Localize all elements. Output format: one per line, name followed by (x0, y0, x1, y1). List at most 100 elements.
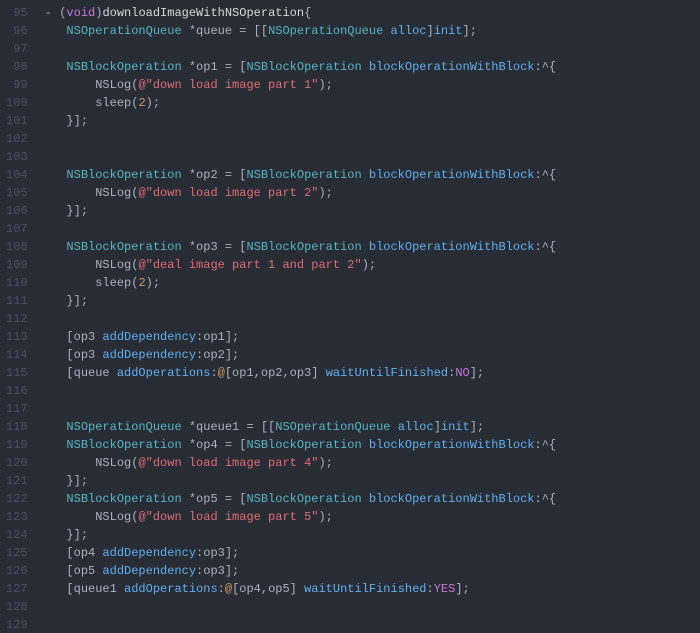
token: alloc (390, 24, 426, 38)
line-number: 103 (6, 148, 28, 166)
token: :^{ (535, 438, 557, 452)
token: blockOperationWithBlock (369, 240, 535, 254)
token: waitUntilFinished (326, 366, 448, 380)
code-line: NSLog(@"down load image part 2"); (38, 184, 700, 202)
line-number: 106 (6, 202, 28, 220)
code-line (38, 40, 700, 58)
code-line: [queue1 addOperations:@[op4,op5] waitUnt… (38, 580, 700, 598)
token: NSLog( (38, 78, 139, 92)
line-number: 128 (6, 598, 28, 616)
line-number: 116 (6, 382, 28, 400)
token: NSLog( (38, 186, 139, 200)
code-line: NSLog(@"down load image part 4"); (38, 454, 700, 472)
line-number: 112 (6, 310, 28, 328)
code-line: [op3 addDependency:op2]; (38, 346, 700, 364)
line-number: 121 (6, 472, 28, 490)
token: NSBlockOperation (66, 240, 181, 254)
token: blockOperationWithBlock (369, 492, 535, 506)
token: *op1 = [ (182, 60, 247, 74)
line-number: 117 (6, 400, 28, 418)
token: [queue (38, 366, 117, 380)
code-line: }]; (38, 526, 700, 544)
code-line: NSBlockOperation *op3 = [NSBlockOperatio… (38, 238, 700, 256)
line-number-gutter: 9596979899100101102103104105106107108109… (0, 0, 38, 633)
token: @"deal image part 1 and part 2" (138, 258, 361, 272)
token: NSOperationQueue (275, 420, 390, 434)
code-line: }]; (38, 202, 700, 220)
code-editor: 9596979899100101102103104105106107108109… (0, 0, 700, 633)
token: :op2]; (196, 348, 239, 362)
code-line (38, 382, 700, 400)
token: addDependency (102, 330, 196, 344)
code-line (38, 400, 700, 418)
code-line: [op3 addDependency:op1]; (38, 328, 700, 346)
line-number: 127 (6, 580, 28, 598)
token: [op3 (38, 330, 103, 344)
token: ); (318, 78, 332, 92)
token: [op4,op5] (232, 582, 297, 596)
code-line (38, 598, 700, 616)
token (362, 240, 369, 254)
token: NSOperationQueue (66, 24, 181, 38)
token: NSBlockOperation (66, 168, 181, 182)
token: addOperations (117, 366, 211, 380)
code-line (38, 616, 700, 633)
token: init (441, 420, 470, 434)
token: ] (434, 420, 441, 434)
token: : (218, 582, 225, 596)
code-line: [op5 addDependency:op3]; (38, 562, 700, 580)
token (38, 240, 67, 254)
token: }]; (38, 204, 88, 218)
token (38, 24, 67, 38)
token: NSBlockOperation (66, 438, 181, 452)
code-line: }]; (38, 292, 700, 310)
token: ); (318, 510, 332, 524)
token: [op1,op2,op3] (225, 366, 319, 380)
token: NSBlockOperation (246, 240, 361, 254)
line-number: 123 (6, 508, 28, 526)
code-line: [queue addOperations:@[op1,op2,op3] wait… (38, 364, 700, 382)
token: ]; (463, 24, 477, 38)
token: [op5 (38, 564, 103, 578)
code-line: sleep(2); (38, 94, 700, 112)
line-number: 118 (6, 418, 28, 436)
token: addDependency (102, 564, 196, 578)
code-line: NSLog(@"down load image part 1"); (38, 76, 700, 94)
token: :^{ (535, 168, 557, 182)
line-number: 107 (6, 220, 28, 238)
token (362, 438, 369, 452)
code-line: NSBlockOperation *op2 = [NSBlockOperatio… (38, 166, 700, 184)
line-number: 104 (6, 166, 28, 184)
token: 2 (138, 276, 145, 290)
code-line: NSBlockOperation *op5 = [NSBlockOperatio… (38, 490, 700, 508)
token: waitUntilFinished (304, 582, 426, 596)
code-line: - (void)downloadImageWithNSOperation{ (38, 4, 700, 22)
code-line: NSBlockOperation *op4 = [NSBlockOperatio… (38, 436, 700, 454)
token: ]; (455, 582, 469, 596)
token (390, 420, 397, 434)
token: *op2 = [ (182, 168, 247, 182)
token: ]; (470, 366, 484, 380)
token: addDependency (102, 546, 196, 560)
token (38, 168, 67, 182)
token: NSBlockOperation (246, 438, 361, 452)
token: ); (362, 258, 376, 272)
line-number: 115 (6, 364, 28, 382)
line-number: 98 (6, 58, 28, 76)
code-area[interactable]: - (void)downloadImageWithNSOperation{ NS… (38, 0, 700, 633)
code-line: }]; (38, 472, 700, 490)
token: YES (434, 582, 456, 596)
token (362, 492, 369, 506)
token: :^{ (535, 240, 557, 254)
token (362, 168, 369, 182)
token: ] (427, 24, 434, 38)
token: 2 (138, 96, 145, 110)
token: : (210, 366, 217, 380)
token: blockOperationWithBlock (369, 60, 535, 74)
token: void (66, 6, 95, 20)
token: NSBlockOperation (246, 168, 361, 182)
token: NSOperationQueue (268, 24, 383, 38)
line-number: 108 (6, 238, 28, 256)
line-number: 97 (6, 40, 28, 58)
line-number: 110 (6, 274, 28, 292)
